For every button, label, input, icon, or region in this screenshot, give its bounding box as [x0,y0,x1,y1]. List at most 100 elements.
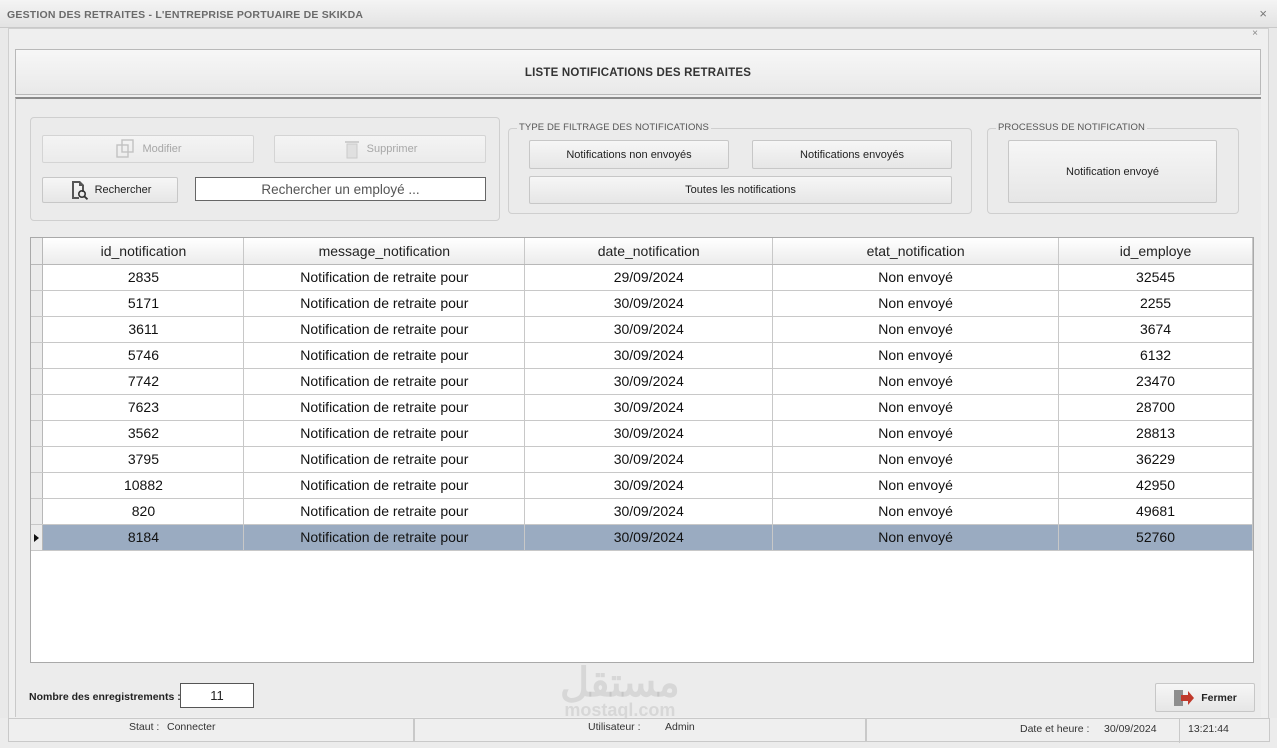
table-cell-id-employe[interactable]: 6132 [1058,342,1253,369]
row-header[interactable] [31,472,44,499]
table-row[interactable]: 3611 Notification de retraite pour 30/09/2… [31,316,1253,343]
table-cell-date-notification[interactable]: 29/09/2024 [524,264,774,291]
window-close-icon[interactable]: × [1259,6,1267,21]
table-cell-id-employe[interactable]: 3674 [1058,316,1253,343]
table-cell-id-employe[interactable]: 52760 [1058,524,1253,551]
table-cell-date-notification[interactable]: 30/09/2024 [524,368,774,395]
table-row[interactable]: 2835 Notification de retraite pour 29/09/2… [31,264,1253,291]
table-cell-id-notification[interactable]: 5171 [42,290,245,317]
table-cell-id-notification[interactable]: 3611 [42,316,245,343]
table-cell-etat-notification[interactable]: Non envoyé [772,524,1060,551]
table-cell-id-notification[interactable]: 7742 [42,368,245,395]
table-cell-etat-notification[interactable]: Non envoyé [772,316,1060,343]
table-cell-date-notification[interactable]: 30/09/2024 [524,420,774,447]
table-row[interactable]: 7623 Notification de retraite pour 30/09/2… [31,394,1253,421]
table-cell-date-notification[interactable]: 30/09/2024 [524,394,774,421]
column-header-id-employe[interactable]: id_employe [1058,238,1253,265]
status-bar: Staut : Connecter Utilisateur : Admin Da… [0,718,1277,748]
search-button[interactable]: Rechercher [42,177,178,203]
table-row[interactable]: 820 Notification de retraite pour 30/09/20… [31,498,1253,525]
row-header[interactable] [31,498,44,525]
table-cell-message-notification[interactable]: Notification de retraite pour [243,472,526,499]
table-cell-id-employe[interactable]: 28700 [1058,394,1253,421]
table-cell-etat-notification[interactable]: Non envoyé [772,290,1060,317]
user-value: Admin [665,721,695,733]
table-cell-etat-notification[interactable]: Non envoyé [772,368,1060,395]
sent-filter-button[interactable]: Notifications envoyés [752,140,952,169]
delete-button[interactable]: Supprimer [274,135,486,163]
modify-button[interactable]: Modifier [42,135,254,163]
table-cell-date-notification[interactable]: 30/09/2024 [524,498,774,525]
column-header-message-notification[interactable]: message_notification [243,238,526,265]
table-cell-message-notification[interactable]: Notification de retraite pour [243,524,526,551]
table-cell-message-notification[interactable]: Notification de retraite pour [243,264,526,291]
table-cell-etat-notification[interactable]: Non envoyé [772,472,1060,499]
table-cell-id-employe[interactable]: 2255 [1058,290,1253,317]
delete-button-label: Supprimer [366,143,418,155]
table-cell-id-employe[interactable]: 36229 [1058,446,1253,473]
table-cell-etat-notification[interactable]: Non envoyé [772,420,1060,447]
table-cell-message-notification[interactable]: Notification de retraite pour [243,290,526,317]
column-header-date-notification[interactable]: date_notification [524,238,774,265]
table-cell-id-notification[interactable]: 3562 [42,420,245,447]
table-cell-date-notification[interactable]: 30/09/2024 [524,446,774,473]
not-sent-filter-button[interactable]: Notifications non envoyés [529,140,729,169]
table-cell-date-notification[interactable]: 30/09/2024 [524,472,774,499]
table-row[interactable]: 7742 Notification de retraite pour 30/09/2… [31,368,1253,395]
table-row[interactable]: 3562 Notification de retraite pour 30/09/2… [31,420,1253,447]
edit-icon [116,139,135,158]
row-header[interactable] [31,316,44,343]
row-header[interactable] [31,420,44,447]
table-row[interactable]: 3795 Notification de retraite pour 30/09/2… [31,446,1253,473]
table-cell-message-notification[interactable]: Notification de retraite pour [243,420,526,447]
table-cell-message-notification[interactable]: Notification de retraite pour [243,316,526,343]
row-header[interactable] [31,368,44,395]
search-input[interactable] [195,177,486,201]
search-button-label: Rechercher [94,184,152,196]
table-cell-id-notification[interactable]: 3795 [42,446,245,473]
close-button[interactable]: Fermer [1155,683,1255,712]
table-cell-etat-notification[interactable]: Non envoyé [772,342,1060,369]
table-cell-date-notification[interactable]: 30/09/2024 [524,342,774,369]
table-cell-etat-notification[interactable]: Non envoyé [772,264,1060,291]
row-header[interactable] [31,446,44,473]
notifications-grid[interactable]: id_notification message_notification dat… [30,237,1254,663]
row-header[interactable] [31,394,44,421]
table-cell-date-notification[interactable]: 30/09/2024 [524,316,774,343]
row-header[interactable] [31,342,44,369]
column-header-id-notification[interactable]: id_notification [42,238,245,265]
table-cell-id-employe[interactable]: 23470 [1058,368,1253,395]
table-cell-date-notification[interactable]: 30/09/2024 [524,524,774,551]
table-cell-message-notification[interactable]: Notification de retraite pour [243,394,526,421]
notification-sent-button[interactable]: Notification envoyé [1008,140,1217,203]
table-cell-message-notification[interactable]: Notification de retraite pour [243,368,526,395]
table-cell-id-notification[interactable]: 7623 [42,394,245,421]
row-header[interactable] [31,264,44,291]
row-header[interactable] [31,290,44,317]
table-cell-etat-notification[interactable]: Non envoyé [772,446,1060,473]
table-row[interactable]: 8184 Notification de retraite pour 30/09/2… [31,524,1253,551]
table-cell-id-employe[interactable]: 32545 [1058,264,1253,291]
inner-close-icon[interactable]: × [1252,28,1258,39]
table-cell-message-notification[interactable]: Notification de retraite pour [243,498,526,525]
table-cell-etat-notification[interactable]: Non envoyé [772,498,1060,525]
table-cell-message-notification[interactable]: Notification de retraite pour [243,446,526,473]
table-cell-date-notification[interactable]: 30/09/2024 [524,290,774,317]
table-cell-id-notification[interactable]: 10882 [42,472,245,499]
table-cell-id-employe[interactable]: 28813 [1058,420,1253,447]
row-header[interactable] [31,524,44,551]
table-cell-id-notification[interactable]: 2835 [42,264,245,291]
column-header-etat-notification[interactable]: etat_notification [772,238,1060,265]
trash-icon [344,141,359,159]
table-cell-id-employe[interactable]: 49681 [1058,498,1253,525]
all-notifications-button[interactable]: Toutes les notifications [529,176,952,204]
table-row[interactable]: 5746 Notification de retraite pour 30/09/2… [31,342,1253,369]
table-cell-message-notification[interactable]: Notification de retraite pour [243,342,526,369]
table-cell-etat-notification[interactable]: Non envoyé [772,394,1060,421]
table-row[interactable]: 5171 Notification de retraite pour 30/09/2… [31,290,1253,317]
table-cell-id-notification[interactable]: 5746 [42,342,245,369]
table-cell-id-notification[interactable]: 820 [42,498,245,525]
table-cell-id-employe[interactable]: 42950 [1058,472,1253,499]
table-cell-id-notification[interactable]: 8184 [42,524,245,551]
table-row[interactable]: 10882 Notification de retraite pour 30/09/… [31,472,1253,499]
